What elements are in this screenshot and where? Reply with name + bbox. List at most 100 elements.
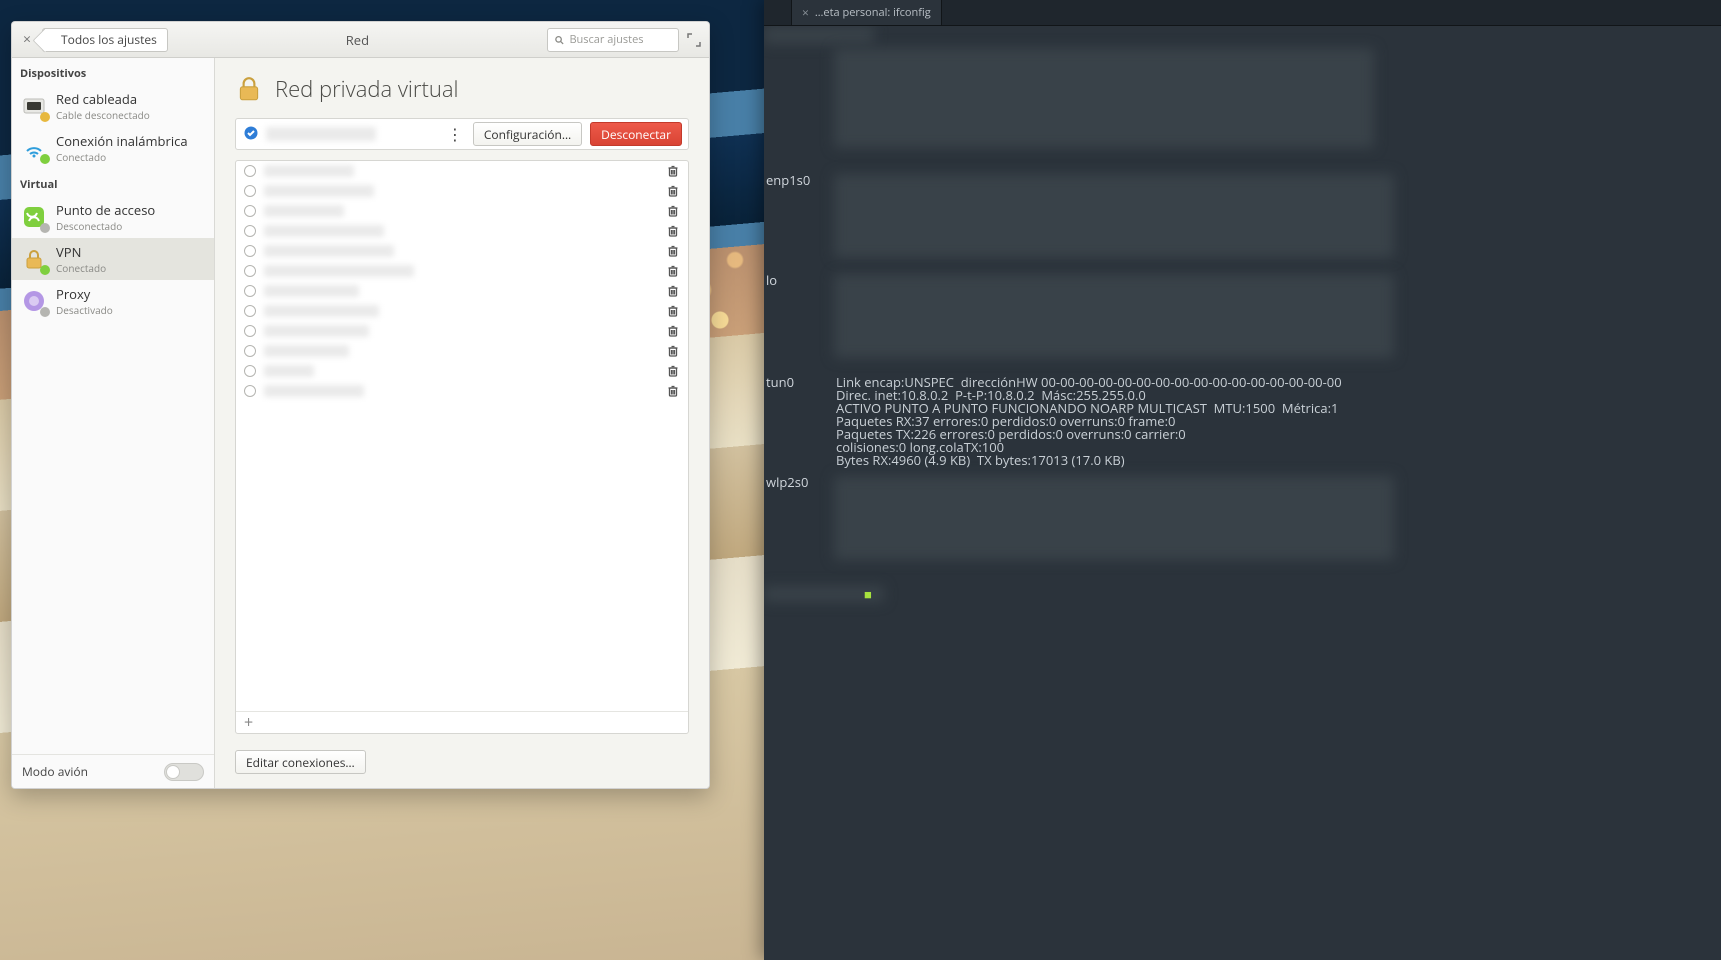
- sidebar-item-label: VPN: [56, 243, 106, 261]
- vpn-row[interactable]: [236, 181, 688, 201]
- trash-icon[interactable]: [666, 284, 680, 298]
- proxy-icon: [20, 287, 48, 315]
- trash-icon[interactable]: [666, 244, 680, 258]
- sidebar-item-label: Conexión inalámbrica: [56, 132, 188, 150]
- vpn-row-radio[interactable]: [244, 205, 256, 217]
- vpn-row-radio[interactable]: [244, 305, 256, 317]
- back-label: Todos los ajustes: [61, 31, 157, 48]
- trash-icon[interactable]: [666, 264, 680, 278]
- add-connection-button[interactable]: +: [236, 711, 688, 733]
- sidebar-item-label: Red cableada: [56, 90, 150, 108]
- trash-icon[interactable]: [666, 304, 680, 318]
- search-settings-field[interactable]: [547, 28, 679, 52]
- redacted-block: [764, 26, 874, 44]
- vpn-row[interactable]: [236, 261, 688, 281]
- trash-icon[interactable]: [666, 324, 680, 338]
- plus-icon: +: [244, 711, 253, 733]
- vpn-row[interactable]: [236, 361, 688, 381]
- disconnect-button[interactable]: Desconectar: [590, 122, 682, 146]
- redacted-block: [834, 174, 1394, 258]
- check-icon: [244, 123, 258, 145]
- hotspot-icon: [20, 203, 48, 231]
- vpn-row-name-obscured: [264, 220, 658, 242]
- vpn-row-name-obscured: [264, 200, 658, 222]
- terminal-text: tun0: [766, 374, 794, 392]
- trash-icon[interactable]: [666, 344, 680, 358]
- trash-icon[interactable]: [666, 224, 680, 238]
- active-vpn-row: ⋮ Configuración… Desconectar: [235, 118, 689, 150]
- redacted-block: [834, 274, 1394, 358]
- terminal-output[interactable]: enp1s0lotun0wlp2s0Link encap:UNSPEC dire…: [764, 26, 1721, 960]
- vpn-row[interactable]: [236, 161, 688, 181]
- back-to-all-settings-button[interactable]: Todos los ajustes: [42, 28, 168, 52]
- sidebar-item-proxy[interactable]: Proxy Desactivado: [12, 280, 214, 322]
- vpn-row[interactable]: [236, 281, 688, 301]
- vpn-row[interactable]: [236, 241, 688, 261]
- sidebar-item-label: Proxy: [56, 285, 113, 303]
- vpn-menu-button[interactable]: ⋮: [445, 123, 465, 145]
- vpn-row-radio[interactable]: [244, 225, 256, 237]
- lock-icon: [20, 245, 48, 273]
- sidebar-item-sub: Desactivado: [56, 303, 113, 317]
- tab-title: …eta personal: ifconfig: [815, 5, 931, 20]
- terminal-text: wlp2s0: [766, 474, 808, 492]
- sidebar-item-wifi[interactable]: Conexión inalámbrica Conectado: [12, 127, 214, 169]
- new-tab-button[interactable]: [764, 0, 792, 25]
- wifi-icon: [20, 134, 48, 162]
- vpn-row-radio[interactable]: [244, 285, 256, 297]
- active-vpn-name-obscured: [266, 125, 437, 143]
- sidebar-item-sub: Desconectado: [56, 219, 155, 233]
- sidebar-item-vpn[interactable]: VPN Conectado: [12, 238, 214, 280]
- vpn-row-radio[interactable]: [244, 185, 256, 197]
- trash-icon[interactable]: [666, 364, 680, 378]
- vpn-row-radio[interactable]: [244, 345, 256, 357]
- vpn-row-name-obscured: [264, 260, 658, 282]
- sidebar-item-hotspot[interactable]: Punto de acceso Desconectado: [12, 196, 214, 238]
- airplane-mode-label: Modo avión: [22, 763, 88, 780]
- redacted-block: [834, 476, 1394, 560]
- network-sidebar: Dispositivos Red cableada Cable desconec…: [12, 58, 215, 788]
- terminal-text: lo: [766, 272, 777, 290]
- sidebar-item-sub: Conectado: [56, 261, 106, 275]
- sidebar-group-devices: Dispositivos: [12, 58, 214, 85]
- vpn-row[interactable]: [236, 301, 688, 321]
- vpn-row-radio[interactable]: [244, 165, 256, 177]
- sidebar-item-wired[interactable]: Red cableada Cable desconectado: [12, 85, 214, 127]
- trash-icon[interactable]: [666, 204, 680, 218]
- vpn-row[interactable]: [236, 341, 688, 361]
- edit-connections-button[interactable]: Editar conexiones…: [235, 750, 366, 774]
- sidebar-group-virtual: Virtual: [12, 169, 214, 196]
- tab-close-button[interactable]: ×: [802, 4, 809, 21]
- airplane-mode-switch[interactable]: [164, 763, 204, 781]
- vpn-row[interactable]: [236, 221, 688, 241]
- vpn-row-radio[interactable]: [244, 385, 256, 397]
- terminal-tab[interactable]: × …eta personal: ifconfig: [792, 0, 942, 25]
- sidebar-item-label: Punto de acceso: [56, 201, 155, 219]
- sidebar-item-sub: Cable desconectado: [56, 108, 150, 122]
- vpn-row-name-obscured: [264, 160, 658, 182]
- vpn-connections-list: +: [235, 160, 689, 734]
- vpn-row-name-obscured: [264, 240, 658, 262]
- vpn-row-radio[interactable]: [244, 265, 256, 277]
- vpn-row[interactable]: [236, 321, 688, 341]
- search-input[interactable]: [569, 32, 672, 47]
- search-icon: [554, 34, 564, 46]
- window-title: Red: [174, 31, 541, 49]
- trash-icon[interactable]: [666, 164, 680, 178]
- vpn-row-name-obscured: [264, 300, 658, 322]
- vpn-row-radio[interactable]: [244, 245, 256, 257]
- vpn-row-name-obscured: [264, 320, 658, 342]
- vpn-row-name-obscured: [264, 380, 658, 402]
- vpn-row-radio[interactable]: [244, 325, 256, 337]
- vpn-main-pane: Red privada virtual ⋮ Configuración… Des…: [215, 58, 709, 788]
- network-settings-window: × Todos los ajustes Red Dispositivos: [11, 21, 710, 789]
- vpn-row[interactable]: [236, 381, 688, 401]
- trash-icon[interactable]: [666, 184, 680, 198]
- vpn-row-radio[interactable]: [244, 365, 256, 377]
- lock-icon: [235, 75, 263, 103]
- configure-button[interactable]: Configuración…: [473, 122, 582, 146]
- window-maximize-button[interactable]: [685, 31, 703, 49]
- vpn-row[interactable]: [236, 201, 688, 221]
- trash-icon[interactable]: [666, 384, 680, 398]
- vpn-row-name-obscured: [264, 180, 658, 202]
